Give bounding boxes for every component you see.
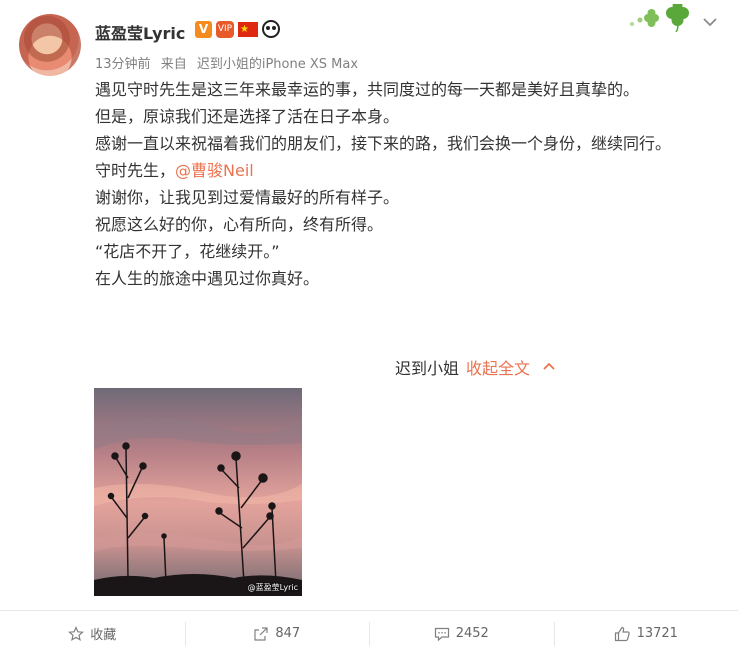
post-line: 遇见守时先生是这三年来最幸运的事，共同度过的每一天都是美好且真挚的。 [95,76,715,103]
post-line: 但是，原谅我们还是选择了活在日子本身。 [95,103,715,130]
post-photo[interactable]: @蓝盈莹Lyric [94,388,302,596]
weibo-post-card: 蓝盈莹Lyric V VIP ★ 13分钟前 来自 迟到小姐的iPhone XS… [0,0,738,655]
avatar[interactable] [19,14,81,76]
star-icon [68,626,84,642]
collapse-row: 迟到小姐 收起全文 [395,355,556,379]
panda-icon [262,20,280,38]
post-line: 感谢一直以来祝福着我们的朋友们，接下来的路，我们会换一个身份，继续同行。 [95,130,715,157]
post-line: 谢谢你，让我见到过爱情最好的所有样子。 [95,184,715,211]
favorite-label: 收藏 [90,624,116,643]
post-mention-line: 守时先生，@曹骏Neil [95,157,715,184]
user-name[interactable]: 蓝盈莹Lyric [95,20,185,44]
post-line: 祝愿这么好的你，心有所向，终有所得。 [95,211,715,238]
vip-badge-icon[interactable]: VIP [216,21,234,38]
signature: 迟到小姐 [395,355,459,379]
repost-count: 847 [275,626,300,641]
favorite-button[interactable]: 收藏 [0,611,185,656]
collapse-link[interactable]: 收起全文 [466,355,530,379]
comment-count: 2452 [456,626,489,641]
repost-button[interactable]: 847 [185,611,370,656]
post-text: 遇见守时先生是这三年来最幸运的事，共同度过的每一天都是美好且真挚的。 但是，原谅… [95,76,715,292]
verified-badge-icon[interactable]: V [195,21,212,38]
post-source[interactable]: 迟到小姐的iPhone XS Max [197,57,358,72]
sunset-silhouette-image [94,388,302,596]
image-watermark: @蓝盈莹Lyric [248,582,298,593]
post-line: 在人生的旅途中遇见过你真好。 [95,265,715,292]
share-arrow-icon [253,626,269,642]
mention-link[interactable]: @曹骏Neil [175,161,254,180]
chevron-up-icon[interactable] [542,360,556,374]
post-meta: 13分钟前 来自 迟到小姐的iPhone XS Max [95,53,364,72]
clover-icon [622,4,696,32]
like-count: 13721 [637,626,678,641]
like-button[interactable]: 13721 [554,611,738,656]
thumbs-up-icon [614,626,631,642]
comment-button[interactable]: 2452 [369,611,554,656]
post-time[interactable]: 13分钟前 [95,57,151,72]
chevron-down-icon[interactable] [702,14,718,30]
comment-bubble-icon [434,626,450,642]
from-label: 来自 [161,57,187,72]
china-flag-icon: ★ [238,22,258,37]
post-line: “花店不开了，花继续开。” [95,238,715,265]
user-badges: V VIP ★ [195,20,280,38]
action-bar: 收藏 847 2452 13721 [0,610,738,656]
mention-prefix: 守时先生， [95,161,175,180]
